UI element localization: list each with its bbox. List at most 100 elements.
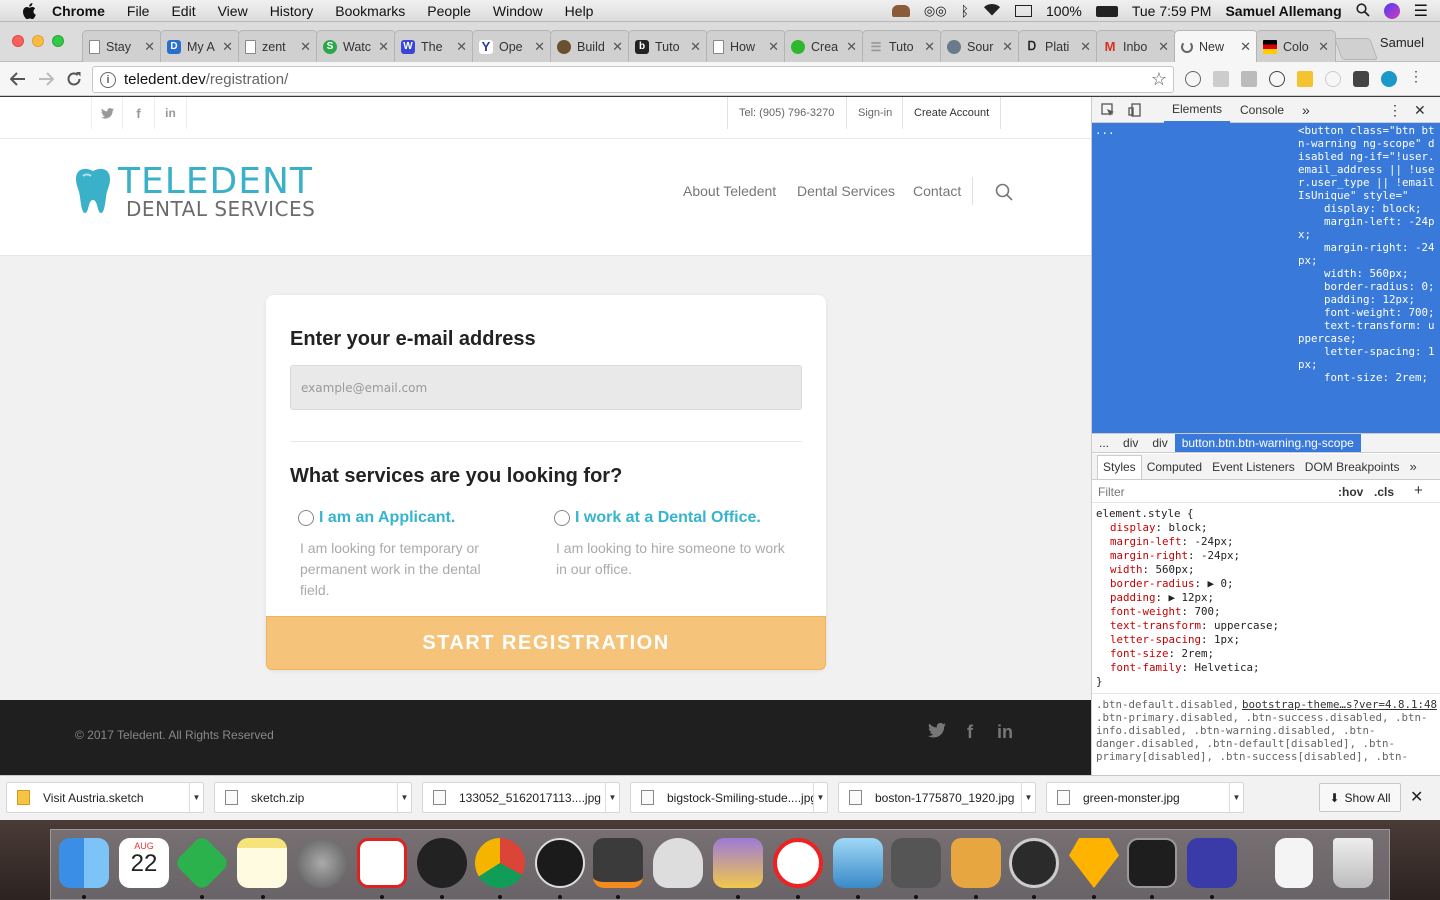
obs-icon[interactable] xyxy=(1009,838,1059,888)
property-name[interactable]: font-size xyxy=(1110,647,1169,660)
wifi-icon[interactable] xyxy=(983,3,1001,19)
chevron-down-icon[interactable]: ▼ xyxy=(189,782,203,813)
browser-tab[interactable]: W The ✕ xyxy=(394,30,474,62)
browser-tab[interactable]: Ꭰ Plati ✕ xyxy=(1018,30,1098,62)
chevron-down-icon[interactable]: ▼ xyxy=(1021,782,1035,813)
scrivener-icon[interactable] xyxy=(357,838,407,888)
selected-node-code[interactable]: <button class="btn btn-warning ng-scope"… xyxy=(1298,124,1438,384)
chrome-icon[interactable] xyxy=(475,838,525,888)
extension-globe-icon[interactable] xyxy=(1381,71,1397,87)
menu-edit[interactable]: Edit xyxy=(171,3,195,19)
property-name[interactable]: margin-left xyxy=(1110,535,1182,548)
dental-office-label[interactable]: I work at a Dental Office. xyxy=(575,509,761,527)
property-name[interactable]: text-transform xyxy=(1110,619,1201,632)
tab-event-listeners[interactable]: Event Listeners xyxy=(1207,455,1300,479)
property-name[interactable]: padding xyxy=(1110,591,1156,604)
close-icon[interactable]: ✕ xyxy=(534,39,545,55)
close-icon[interactable]: ✕ xyxy=(690,39,701,55)
browser-tab[interactable]: b Tuto ✕ xyxy=(628,30,708,62)
reload-button[interactable] xyxy=(63,68,85,90)
property-value[interactable]: 700; xyxy=(1195,605,1221,618)
menu-people[interactable]: People xyxy=(427,3,471,19)
download-item[interactable]: Visit Austria.sketch ▼ xyxy=(6,782,204,813)
more-subtabs-icon[interactable]: » xyxy=(1404,455,1421,479)
tab-elements[interactable]: Elements xyxy=(1164,97,1231,123)
browser-tab[interactable]: S Watc ✕ xyxy=(316,30,396,62)
pocket-icon[interactable] xyxy=(1353,71,1369,87)
new-tab-button[interactable] xyxy=(1333,38,1379,60)
download-item[interactable]: 133052_5162017113....jpg ▼ xyxy=(422,782,620,813)
chevron-down-icon[interactable]: ▼ xyxy=(813,782,827,813)
style-property[interactable]: padding: ▶ 12px; xyxy=(1096,591,1438,605)
property-value[interactable]: ▶ 12px; xyxy=(1169,591,1215,604)
property-name[interactable]: letter-spacing xyxy=(1110,633,1201,646)
airplay-icon[interactable] xyxy=(1015,5,1033,17)
chrome-menu-icon[interactable]: ⋮ xyxy=(1409,68,1423,84)
property-value[interactable]: block; xyxy=(1169,521,1208,534)
signin-link[interactable]: Sign-in xyxy=(846,97,903,129)
applicant-radio[interactable] xyxy=(298,510,314,526)
bootstrap-rule[interactable]: bootstrap-theme…s?ver=4.8.1:48 .btn-defa… xyxy=(1092,693,1440,767)
glasses-icon[interactable]: ◎◎ xyxy=(924,3,947,19)
joystick-icon[interactable] xyxy=(1187,838,1237,888)
property-value[interactable]: Helvetica; xyxy=(1195,661,1260,674)
footer-facebook-icon[interactable]: f xyxy=(967,722,973,743)
siri-icon[interactable] xyxy=(1383,3,1400,19)
browser-tab[interactable]: Colo ✕ xyxy=(1256,30,1336,62)
close-icon[interactable]: ✕ xyxy=(144,39,155,55)
close-icon[interactable]: ✕ xyxy=(1240,39,1251,55)
breadcrumb-item[interactable]: div xyxy=(1145,436,1174,450)
menu-history[interactable]: History xyxy=(270,3,314,19)
more-tabs-icon[interactable]: » xyxy=(1302,97,1310,123)
bookmark-star-icon[interactable]: ☆ xyxy=(1151,69,1167,90)
chevron-down-icon[interactable]: ▼ xyxy=(397,782,411,813)
property-value[interactable]: 560px; xyxy=(1156,563,1195,576)
email-field[interactable] xyxy=(290,365,802,410)
dental-office-radio[interactable] xyxy=(554,510,570,526)
property-name[interactable]: display xyxy=(1110,521,1156,534)
chevron-down-icon[interactable]: ▼ xyxy=(1229,782,1243,813)
notes-icon[interactable] xyxy=(237,838,287,888)
dental-office-option[interactable]: I work at a Dental Office. xyxy=(554,509,761,527)
browser-tab[interactable]: Stay ✕ xyxy=(82,30,162,62)
show-all-downloads-button[interactable]: ⬇ Show All xyxy=(1319,783,1401,812)
close-download-bar-icon[interactable]: ✕ xyxy=(1410,787,1423,807)
style-property[interactable]: font-size: 2rem; xyxy=(1096,647,1438,661)
hov-toggle[interactable]: :hov xyxy=(1338,485,1363,499)
user-name[interactable]: Samuel Allemang xyxy=(1225,3,1341,19)
tab-computed[interactable]: Computed xyxy=(1142,455,1207,479)
phone-number[interactable]: Tel: (905) 796-3270 xyxy=(727,97,845,129)
browser-tab[interactable]: ☰ Tuto ✕ xyxy=(862,30,942,62)
property-value[interactable]: -24px; xyxy=(1195,535,1234,548)
menu-view[interactable]: View xyxy=(218,3,248,19)
menu-window[interactable]: Window xyxy=(493,3,543,19)
search-icon[interactable] xyxy=(995,183,1013,201)
breadcrumb-item-selected[interactable]: button.btn.btn-warning.ng-scope xyxy=(1174,434,1361,452)
close-icon[interactable]: ✕ xyxy=(222,39,233,55)
apple-icon[interactable] xyxy=(20,2,38,20)
style-property[interactable]: text-transform: uppercase; xyxy=(1096,619,1438,633)
property-name[interactable]: width xyxy=(1110,563,1143,576)
chevron-down-icon[interactable]: ▼ xyxy=(605,782,619,813)
property-value[interactable]: 1px; xyxy=(1214,633,1240,646)
bluetooth-icon[interactable]: ᛒ xyxy=(961,3,969,19)
sublime-text-icon[interactable] xyxy=(593,838,643,888)
property-value[interactable]: ▶ 0; xyxy=(1208,577,1234,590)
close-window-button[interactable] xyxy=(12,35,24,47)
browser-tab[interactable]: Crea ✕ xyxy=(784,30,864,62)
minimize-window-button[interactable] xyxy=(32,35,44,47)
nav-dental-services[interactable]: Dental Services xyxy=(797,183,895,199)
style-property[interactable]: margin-right: -24px; xyxy=(1096,549,1438,563)
property-name[interactable]: font-weight xyxy=(1110,605,1182,618)
download-item[interactable]: sketch.zip ▼ xyxy=(214,782,412,813)
cls-toggle[interactable]: .cls xyxy=(1374,485,1394,499)
inspect-element-icon[interactable] xyxy=(1101,97,1115,123)
style-property[interactable]: display: block; xyxy=(1096,521,1438,535)
b3-icon[interactable] xyxy=(535,838,585,888)
close-icon[interactable]: ✕ xyxy=(612,39,623,55)
transmit-icon[interactable] xyxy=(713,838,763,888)
rule-source-link[interactable]: bootstrap-theme…s?ver=4.8.1:48 xyxy=(1242,698,1437,711)
finder-icon[interactable] xyxy=(59,838,109,888)
download-item[interactable]: boston-1775870_1920.jpg ▼ xyxy=(838,782,1036,813)
browser-tab[interactable]: Build ✕ xyxy=(550,30,630,62)
